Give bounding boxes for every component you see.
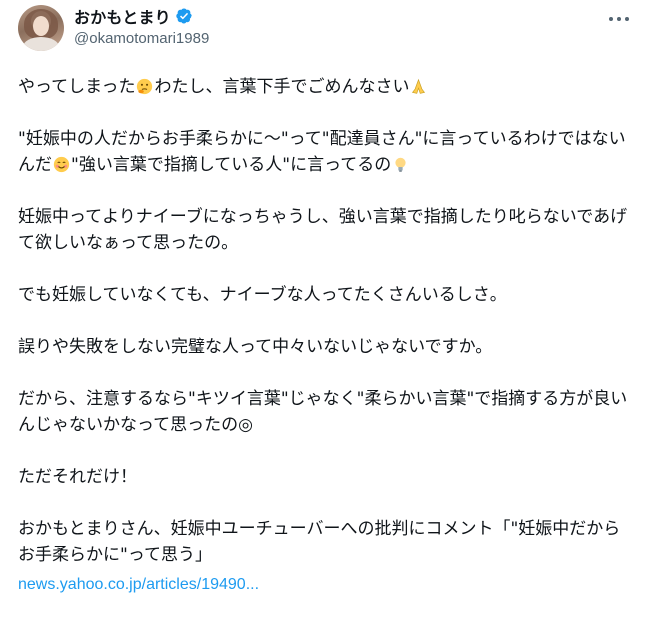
more-dot	[625, 17, 629, 21]
author-handle[interactable]: @okamotomari1989	[74, 30, 209, 47]
tweet-paragraph-4: でも妊娠していなくても、ナイーブな人ってたくさんいるしさ。	[18, 285, 507, 305]
tweet-paragraph-7: ただそれだけ！	[18, 467, 137, 487]
tweet-paragraph-2: "妊娠中の人だからお手柔らかに〜"って"配達員さん"に言っているわけではないんだ…	[18, 126, 633, 178]
tweet-header: おかもとまり @okamotomari1989	[18, 5, 631, 55]
tweet-text-segment: やってしまった	[18, 77, 136, 97]
tweet-text-segment: わたし、言葉下手でごめんなさい	[154, 77, 410, 97]
tweet-paragraph-5: 誤りや失敗をしない完璧な人って中々いないじゃないですか。	[18, 337, 493, 357]
author-names: おかもとまり @okamotomari1989	[74, 5, 209, 47]
tweet-text-segment: "強い言葉で指摘している人"に言ってるの	[71, 155, 392, 175]
tweet-text: やってしまった わたし、言葉下手でごめんなさい "妊娠中の人だからお手柔らかに〜"…	[18, 74, 633, 598]
verified-badge-icon	[176, 8, 192, 24]
tweet-paragraph-3: 妊娠中ってよりナイーブになっちゃうし、強い言葉で指摘したり叱らないであげて欲しい…	[18, 207, 628, 253]
tweet-paragraph-6: だから、注意するなら"キツイ言葉"じゃなく"柔らかい言葉"で指摘する方が良いんじ…	[18, 389, 628, 435]
display-name-row: おかもとまり	[74, 5, 209, 27]
thinking-face-emoji	[137, 78, 153, 95]
tweet-paragraph-1: やってしまった わたし、言葉下手でごめんなさい	[18, 74, 633, 100]
smiling-face-emoji	[53, 156, 70, 173]
more-dot	[609, 17, 613, 21]
light-bulb-emoji	[395, 157, 406, 172]
avatar-shirt	[23, 37, 59, 51]
avatar[interactable]	[18, 5, 64, 51]
folded-hands-emoji	[412, 78, 426, 94]
display-name[interactable]: おかもとまり	[74, 4, 171, 28]
more-options-icon[interactable]	[607, 9, 631, 29]
tweet-card: おかもとまり @okamotomari1989 やってしまった わたし、言葉下手で…	[0, 0, 645, 623]
more-dot	[617, 17, 621, 21]
article-link[interactable]: news.yahoo.co.jp/articles/19490...	[18, 572, 633, 598]
tweet-paragraph-8: おかもとまりさん、妊娠中ユーチューバーへの批判にコメント「"妊娠中だからお手柔ら…	[18, 519, 621, 565]
avatar-face	[33, 16, 49, 36]
